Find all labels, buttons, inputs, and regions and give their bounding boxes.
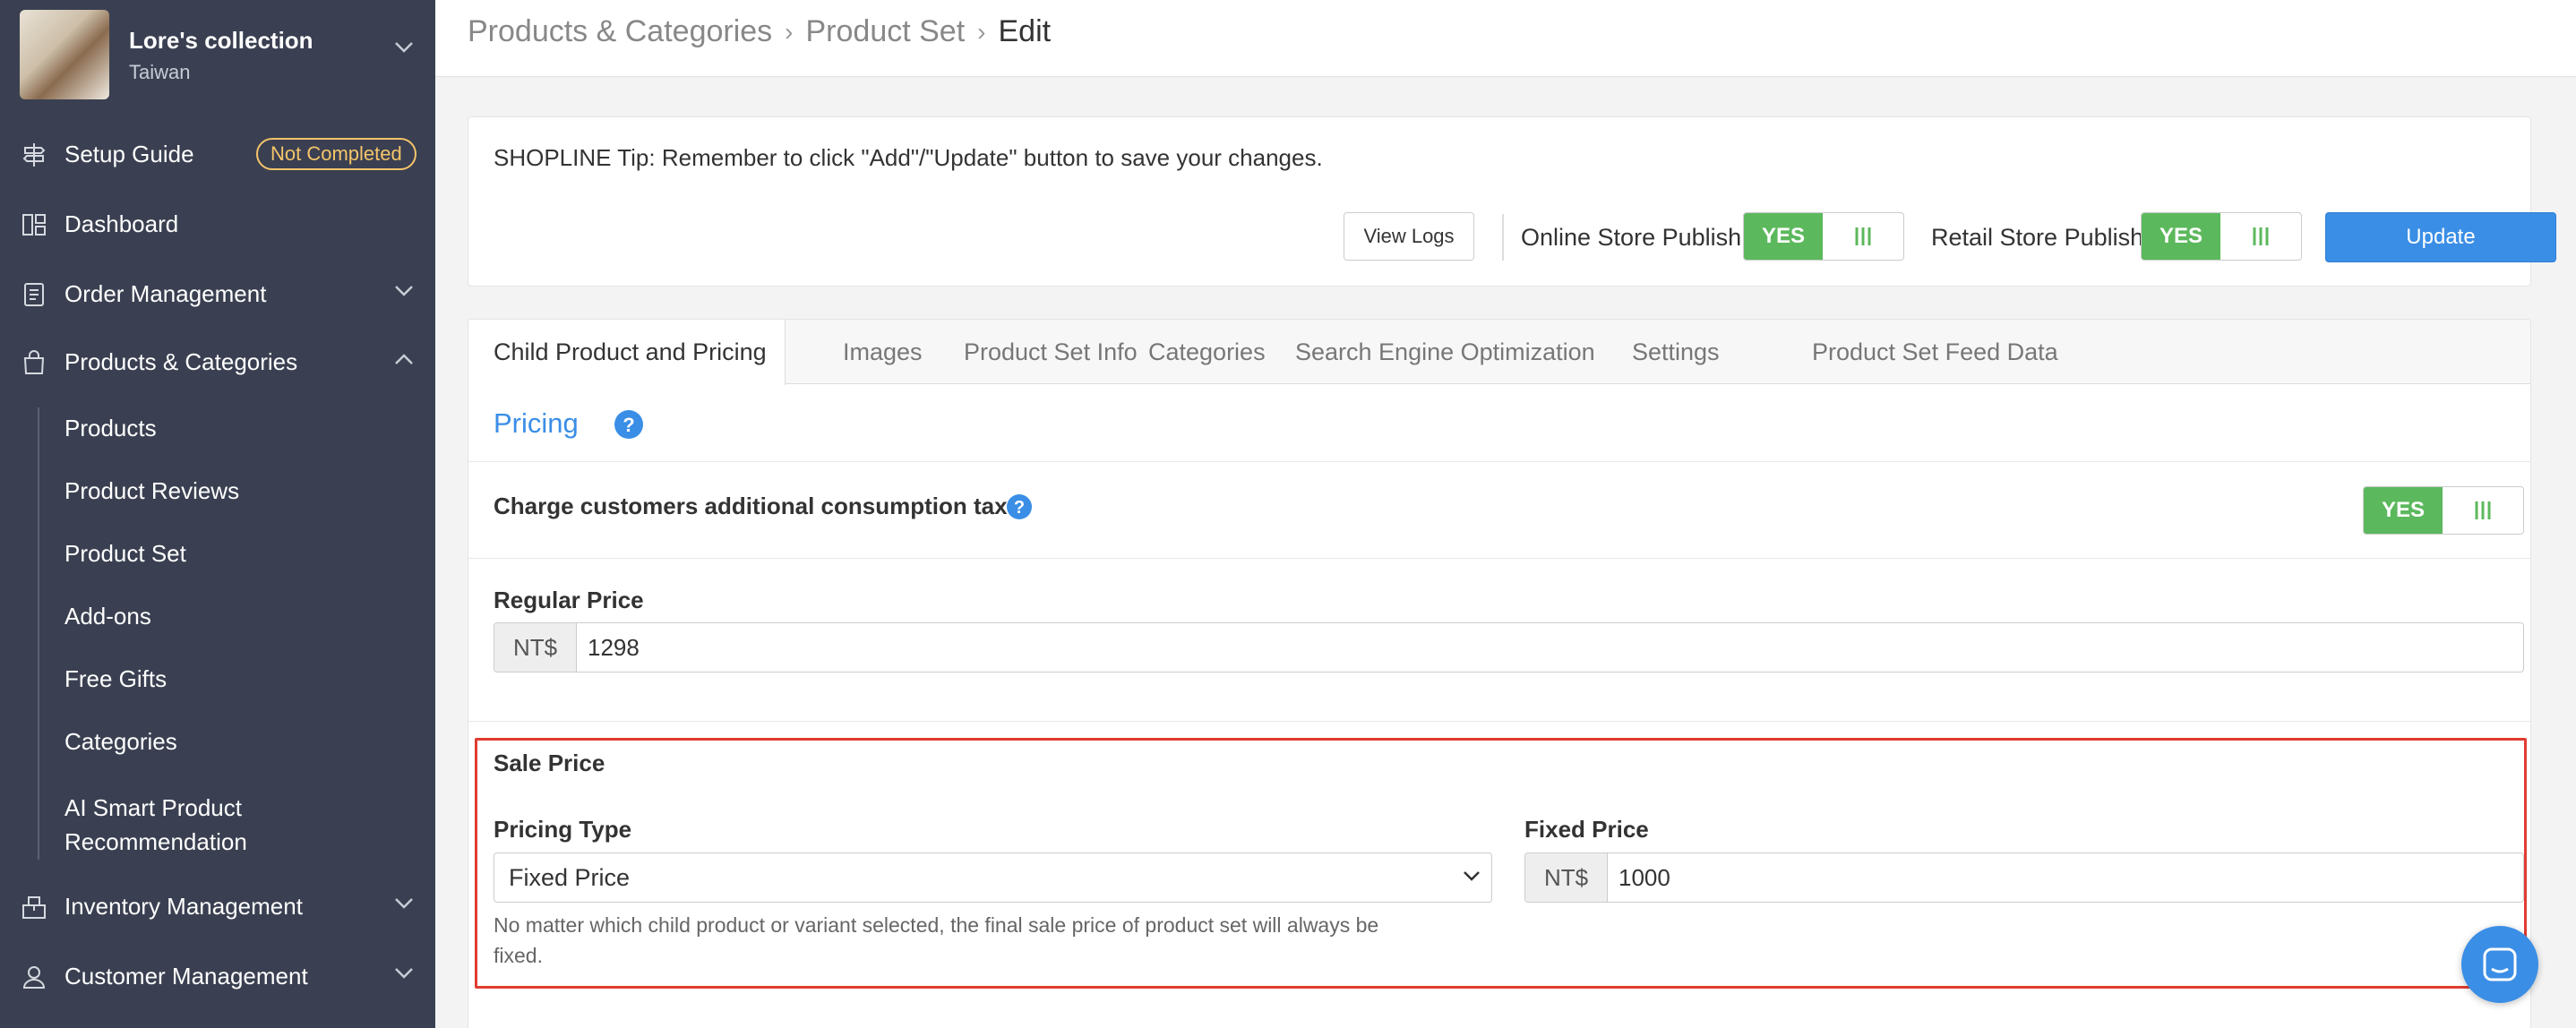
sidebar-item-products-categories[interactable]: Products & Categories (0, 335, 435, 389)
online-store-publish-toggle[interactable]: YES (1743, 212, 1904, 261)
tax-label: Charge customers additional consumption … (494, 493, 1008, 519)
store-thumbnail (20, 10, 109, 99)
order-icon (24, 283, 44, 306)
divider (468, 461, 2530, 462)
tab-seo[interactable]: Search Engine Optimization (1295, 320, 1595, 384)
sidebar-subitem-add-ons[interactable]: Add-ons (64, 603, 151, 630)
header-bar: Products & Categories › Product Set › Ed… (435, 0, 2576, 77)
inventory-icon (22, 896, 46, 919)
chevron-right-icon: › (785, 17, 794, 46)
sidebar-subitem-label: Recommendation (64, 828, 247, 855)
sidebar-item-label: Inventory Management (64, 892, 303, 920)
toggle-handle-icon (2475, 501, 2491, 519)
toggle-yes: YES (1744, 213, 1823, 260)
sidebar-item-label: Dashboard (64, 210, 179, 237)
signpost-icon (22, 143, 46, 167)
store-switcher[interactable]: Lore's collection Taiwan (0, 0, 435, 109)
tip-panel: SHOPLINE Tip: Remember to click "Add"/"U… (468, 116, 2556, 287)
breadcrumb-item-products-categories[interactable]: Products & Categories (468, 14, 772, 49)
retail-store-publish-toggle[interactable]: YES (2141, 212, 2302, 261)
tab-product-set-info[interactable]: Product Set Info (964, 320, 1138, 384)
sidebar-item-setup-guide[interactable]: Setup Guide Not Completed (0, 127, 435, 181)
tab-child-product-pricing[interactable]: Child Product and Pricing (468, 320, 786, 385)
tab-categories[interactable]: Categories (1148, 320, 1266, 384)
dashboard-icon (22, 214, 46, 236)
breadcrumb-item-product-set[interactable]: Product Set (806, 14, 966, 49)
chevron-down-icon (395, 286, 413, 296)
sidebar-subitem-products[interactable]: Products (64, 415, 157, 442)
svg-text:?: ? (1014, 498, 1025, 518)
sale-price-highlight (475, 738, 2527, 989)
regular-price-label: Regular Price (494, 587, 644, 613)
sidebar-item-label: Order Management (64, 279, 267, 307)
chat-launcher-button[interactable] (2461, 926, 2538, 1003)
sidebar-subitem-product-set[interactable]: Product Set (64, 540, 186, 568)
toggle-yes: YES (2364, 487, 2443, 534)
sidebar-subitem-free-gifts[interactable]: Free Gifts (64, 665, 167, 693)
svg-text:?: ? (623, 414, 634, 436)
currency-addon: NT$ (494, 623, 577, 672)
toggle-yes: YES (2142, 213, 2220, 260)
breadcrumb: Products & Categories › Product Set › Ed… (468, 14, 1051, 49)
divider (468, 721, 2530, 722)
consumption-tax-toggle[interactable]: YES (2363, 486, 2524, 535)
divider (1502, 214, 1504, 261)
chevron-down-icon (395, 898, 413, 909)
chevron-right-icon: › (977, 17, 986, 46)
bag-icon (23, 350, 45, 374)
chevron-down-icon (395, 968, 413, 979)
subnav-divider (38, 407, 39, 860)
sidebar-item-label: Products & Categories (64, 347, 298, 375)
toggle-handle-icon (1855, 227, 1871, 245)
tab-bar: Child Product and Pricing Images Product… (468, 320, 2530, 385)
chat-icon (2483, 947, 2517, 981)
store-name: Lore's collection (129, 27, 313, 54)
help-icon[interactable]: ? (1006, 493, 1033, 520)
sidebar: Lore's collection Taiwan Setup Guide Not… (0, 0, 435, 1028)
breadcrumb-current: Edit (998, 14, 1052, 48)
update-button[interactable]: Update (2325, 212, 2556, 262)
pricing-section-title: Pricing (494, 407, 579, 439)
tab-product-set-feed-data[interactable]: Product Set Feed Data (1812, 320, 2058, 384)
sidebar-item-label: Customer Management (64, 962, 308, 989)
divider (468, 558, 2530, 559)
online-store-publish-label: Online Store Publish (1521, 224, 1742, 251)
regular-price-value: 1298 (588, 633, 640, 661)
sidebar-item-inventory-management[interactable]: Inventory Management (0, 879, 435, 933)
sidebar-item-order-management[interactable]: Order Management (0, 267, 435, 321)
status-badge: Not Completed (256, 138, 416, 170)
toggle-handle-icon (2253, 227, 2269, 245)
sidebar-subitem-categories[interactable]: Categories (64, 728, 177, 756)
chevron-up-icon (395, 354, 413, 364)
sidebar-item-customer-management[interactable]: Customer Management (0, 949, 435, 1003)
sidebar-subitem-label: AI Smart Product (64, 794, 242, 821)
help-icon[interactable]: ? (614, 409, 644, 440)
sidebar-item-dashboard[interactable]: Dashboard (0, 197, 435, 251)
store-region: Taiwan (129, 61, 191, 83)
view-logs-button[interactable]: View Logs (1344, 212, 1474, 261)
customer-icon (22, 966, 46, 989)
sidebar-subitem-ai-recommendation[interactable]: AI Smart Product Recommendation (64, 791, 247, 859)
sidebar-subitem-product-reviews[interactable]: Product Reviews (64, 477, 239, 505)
tab-images[interactable]: Images (843, 320, 923, 384)
tip-text: SHOPLINE Tip: Remember to click "Add"/"U… (494, 144, 1323, 171)
regular-price-input[interactable]: NT$ 1298 (494, 622, 2524, 672)
tab-settings[interactable]: Settings (1632, 320, 1720, 384)
sidebar-item-label: Setup Guide (64, 140, 194, 167)
main-content: Products & Categories › Product Set › Ed… (435, 0, 2576, 1028)
retail-store-publish-label: Retail Store Publish (1931, 224, 2144, 251)
chevron-down-icon (395, 42, 413, 53)
